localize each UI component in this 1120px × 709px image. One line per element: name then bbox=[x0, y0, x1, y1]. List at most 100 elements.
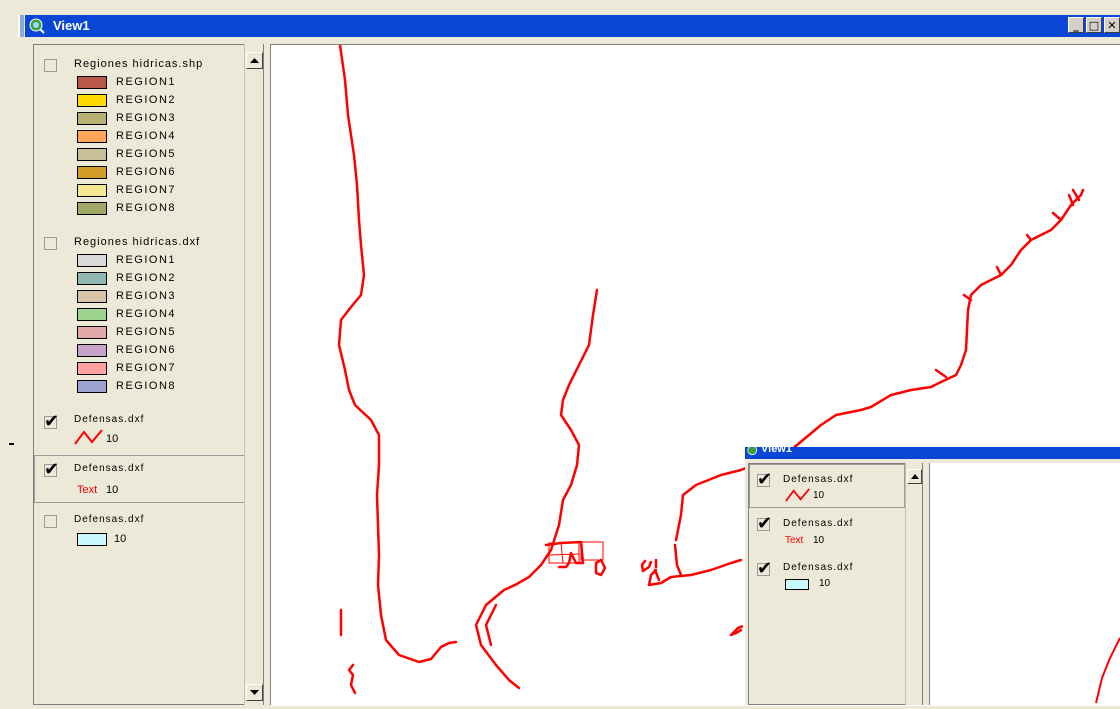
defensa-line bbox=[673, 543, 683, 577]
legend-class-label: REGION1 bbox=[116, 76, 177, 88]
legend-swatch bbox=[77, 130, 107, 143]
arrow-up-icon bbox=[910, 474, 919, 479]
map-features bbox=[1095, 637, 1120, 704]
legend-swatch bbox=[77, 94, 107, 107]
defensa-line bbox=[484, 603, 498, 647]
layer-visibility-checkbox[interactable] bbox=[44, 515, 57, 528]
layer-visibility-checkbox[interactable] bbox=[44, 459, 59, 480]
maximize-button[interactable]: □ bbox=[1086, 17, 1102, 33]
text-symbol-label: Text bbox=[785, 535, 804, 546]
line-symbol-icon bbox=[74, 429, 103, 445]
minimize-button[interactable]: _ bbox=[1068, 17, 1084, 33]
legend-class-label: REGION2 bbox=[116, 272, 177, 284]
layer-name[interactable]: Defensas.dxf bbox=[74, 514, 144, 525]
legend-swatch bbox=[77, 326, 107, 339]
line-symbol-icon bbox=[785, 488, 810, 502]
layer-name[interactable]: Defensas.dxf bbox=[74, 463, 144, 474]
legend-swatch bbox=[77, 184, 107, 197]
legend-swatch bbox=[77, 254, 107, 267]
defensa-line bbox=[594, 558, 607, 577]
secondary-window-title: View1 bbox=[761, 447, 792, 455]
legend-class-label: REGION5 bbox=[116, 326, 177, 338]
secondary-window-titlebar[interactable]: View1 bbox=[745, 447, 1120, 459]
secondary-toc-scrollbar[interactable] bbox=[905, 463, 923, 705]
toc-scrollbar[interactable] bbox=[244, 44, 264, 705]
legend-swatch bbox=[77, 202, 107, 215]
layer-visibility-checkbox[interactable] bbox=[44, 59, 57, 72]
layer-visibility-checkbox[interactable] bbox=[757, 558, 772, 579]
layer-name[interactable]: Defensas.dxf bbox=[783, 562, 853, 573]
legend-class-label: REGION4 bbox=[116, 130, 177, 142]
legend-class-label: REGION8 bbox=[116, 202, 177, 214]
view-globe-icon bbox=[29, 18, 45, 34]
window-edge bbox=[18, 15, 24, 37]
fill-symbol-swatch bbox=[785, 579, 809, 590]
view-globe-icon bbox=[747, 447, 758, 456]
scroll-down-button[interactable] bbox=[246, 684, 263, 701]
legend-swatch bbox=[77, 290, 107, 303]
legend-swatch bbox=[77, 272, 107, 285]
legend-class-label: REGION6 bbox=[116, 166, 177, 178]
legend-class-label: REGION6 bbox=[116, 344, 177, 356]
legend-class-label: REGION3 bbox=[116, 112, 177, 124]
table-of-contents[interactable]: Regiones hidricas.shp REGION1 REGION2 RE… bbox=[33, 44, 246, 705]
defensa-line bbox=[474, 288, 599, 690]
defensa-line bbox=[347, 663, 357, 695]
fill-symbol-swatch bbox=[77, 533, 107, 546]
legend-class-label: REGION5 bbox=[116, 148, 177, 160]
legend-value: 10 bbox=[819, 578, 831, 589]
legend-value: 10 bbox=[813, 535, 825, 546]
defensa-line bbox=[647, 558, 743, 587]
layer-name[interactable]: Regiones hidricas.shp bbox=[74, 58, 203, 70]
building-outline bbox=[560, 542, 564, 564]
legend-swatch bbox=[77, 112, 107, 125]
text-symbol-label: Text bbox=[77, 484, 98, 496]
legend-class-label: REGION7 bbox=[116, 184, 177, 196]
window-titlebar[interactable]: View1 _ □ ✕ bbox=[25, 15, 1120, 37]
legend-class-label: REGION7 bbox=[116, 362, 177, 374]
defensa-line bbox=[640, 559, 653, 573]
defensa-line bbox=[337, 45, 458, 664]
legend-class-label: REGION3 bbox=[116, 290, 177, 302]
legend-swatch bbox=[77, 166, 107, 179]
secondary-map-canvas[interactable] bbox=[930, 463, 1120, 705]
window-edge-mark bbox=[9, 443, 14, 445]
secondary-view-window[interactable]: View1 Defensas.dxf 10 Defensas.dxf Text … bbox=[745, 447, 1120, 705]
legend-value: 10 bbox=[106, 484, 119, 496]
building-outline bbox=[548, 553, 580, 556]
legend-value: 10 bbox=[106, 433, 119, 445]
legend-swatch bbox=[77, 308, 107, 321]
layer-visibility-checkbox[interactable] bbox=[757, 513, 772, 534]
legend-value: 10 bbox=[813, 490, 825, 501]
building-outline bbox=[580, 541, 604, 561]
selected-layer-highlight bbox=[749, 464, 905, 508]
legend-swatch bbox=[77, 380, 107, 393]
legend-class-label: REGION8 bbox=[116, 380, 177, 392]
layer-visibility-checkbox[interactable] bbox=[44, 237, 57, 250]
legend-swatch bbox=[77, 76, 107, 89]
arrow-down-icon bbox=[250, 690, 259, 695]
layer-visibility-checkbox[interactable] bbox=[757, 469, 772, 490]
layer-name[interactable]: Defensas.dxf bbox=[783, 518, 853, 529]
splitter[interactable] bbox=[922, 463, 930, 705]
splitter[interactable] bbox=[263, 44, 271, 705]
legend-class-label: REGION2 bbox=[116, 94, 177, 106]
layer-name[interactable]: Regiones hidricas.dxf bbox=[74, 236, 200, 248]
secondary-table-of-contents[interactable]: Defensas.dxf 10 Defensas.dxf Text 10 Def… bbox=[748, 463, 905, 705]
layer-name[interactable]: Defensas.dxf bbox=[74, 414, 144, 425]
close-button[interactable]: ✕ bbox=[1104, 17, 1120, 33]
layer-visibility-checkbox[interactable] bbox=[44, 411, 59, 432]
defensa-line bbox=[934, 188, 1081, 379]
legend-class-label: REGION1 bbox=[116, 254, 177, 266]
scroll-up-button[interactable] bbox=[907, 469, 922, 484]
arrow-up-icon bbox=[250, 58, 259, 63]
scroll-up-button[interactable] bbox=[246, 52, 263, 69]
legend-swatch bbox=[77, 344, 107, 357]
legend-class-label: REGION4 bbox=[116, 308, 177, 320]
window-title: View1 bbox=[53, 18, 90, 33]
legend-value: 10 bbox=[114, 533, 127, 545]
defensa-line bbox=[1095, 637, 1120, 704]
legend-swatch bbox=[77, 148, 107, 161]
layer-name[interactable]: Defensas.dxf bbox=[783, 474, 853, 485]
map-fragment bbox=[730, 624, 744, 636]
